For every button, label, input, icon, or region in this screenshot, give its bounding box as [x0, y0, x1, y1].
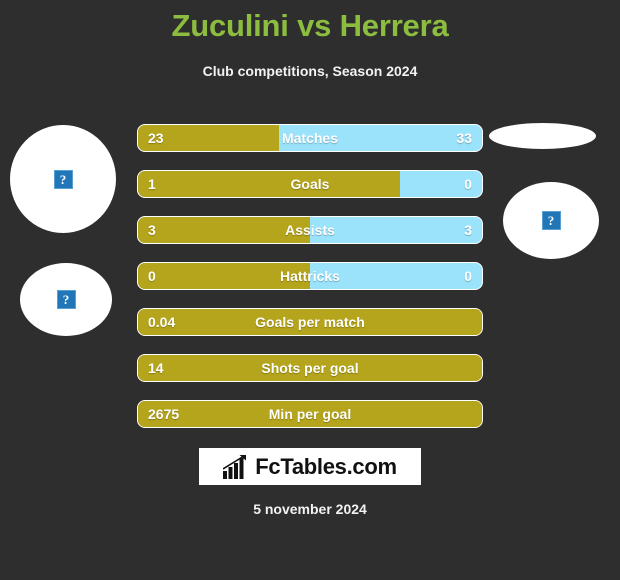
right-player-photo-top — [489, 123, 596, 149]
stat-bar-row: 23 Matches 33 — [137, 124, 483, 152]
broken-image-icon: ? — [541, 211, 561, 230]
stat-bar-row: 3 Assists 3 — [137, 216, 483, 244]
stat-right-value: 3 — [464, 222, 472, 238]
left-player-photo-bottom: ? — [20, 263, 112, 336]
stat-right-value: 0 — [464, 268, 472, 284]
stat-left-value: 2675 — [148, 406, 180, 422]
broken-image-icon: ? — [56, 290, 76, 309]
stat-left-value: 0 — [148, 268, 156, 284]
stat-left-value: 3 — [148, 222, 156, 238]
bar-chart-trend-icon — [223, 454, 247, 479]
stat-bar-row: 0 Hattricks 0 — [137, 262, 483, 290]
stat-right-value: 33 — [456, 130, 472, 146]
stat-bar-left-fill — [138, 217, 310, 243]
right-player-photo-bottom: ? — [503, 182, 599, 259]
stat-bar-row: 1 Goals 0 — [137, 170, 483, 198]
stat-left-value: 23 — [148, 130, 164, 146]
stat-bar-left-fill — [138, 263, 310, 289]
stat-bars: 23 Matches 33 1 Goals 0 3 Assists 3 0 Hattricks 0 0.… — [137, 124, 483, 446]
stat-bar-left-fill — [138, 401, 482, 427]
infographic-root: Zuculini vs Herrera Club competitions, S… — [0, 0, 620, 580]
stat-bar-left-fill — [138, 309, 482, 335]
stat-left-value: 1 — [148, 176, 156, 192]
page-title: Zuculini vs Herrera — [171, 8, 449, 43]
stat-right-value: 0 — [464, 176, 472, 192]
stat-bar-row: 2675 Min per goal — [137, 400, 483, 428]
fctables-logo[interactable]: FcTables.com — [199, 448, 421, 485]
stat-bar-row: 14 Shots per goal — [137, 354, 483, 382]
page-subtitle: Club competitions, Season 2024 — [202, 63, 418, 79]
left-player-photo-top: ? — [10, 125, 116, 233]
broken-image-icon: ? — [53, 169, 73, 189]
fctables-logo-text: FcTables.com — [255, 453, 397, 479]
generated-date: 5 november 2024 — [253, 501, 367, 517]
stat-left-value: 0.04 — [148, 314, 176, 330]
stat-left-value: 14 — [148, 360, 164, 376]
stat-bar-left-fill — [138, 171, 401, 197]
stat-bar-left-fill — [138, 355, 482, 381]
stat-bar-row: 0.04 Goals per match — [137, 308, 483, 336]
